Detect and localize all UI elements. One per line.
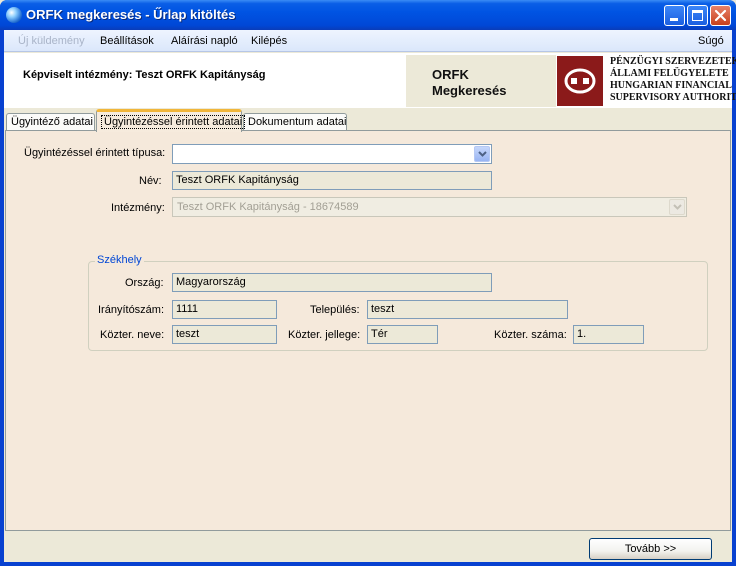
minimize-button[interactable]: [664, 5, 685, 26]
name-label: Név:: [139, 175, 162, 187]
institution-dropdown-button: [669, 199, 685, 215]
tab-affected-party-label: Ügyintézéssel érintett adatai: [101, 115, 246, 129]
close-icon: [714, 9, 727, 22]
footer-bar: Tovább >>: [4, 532, 732, 562]
type-select[interactable]: [172, 144, 492, 164]
menu-settings[interactable]: Beállítások: [100, 35, 154, 47]
menu-help[interactable]: Súgó: [698, 35, 724, 47]
tab-case-officer[interactable]: Ügyintéző adatai: [6, 113, 95, 131]
street-number-label: Közter. száma:: [494, 329, 567, 341]
pszaf-logo-text: PÉNZÜGYI SZERVEZETEK ÁLLAMI FELÜGYELETE HU…: [610, 56, 736, 103]
represented-institution: Képviselt intézmény: Teszt ORFK Kapitány…: [23, 69, 266, 81]
menu-new-message[interactable]: Új küldemény: [18, 35, 85, 47]
institution-label: Intézmény:: [111, 202, 165, 214]
app-icon: [6, 7, 22, 23]
tab-document[interactable]: Dokumentum adatai: [243, 113, 347, 131]
title-bar[interactable]: ORFK megkeresés - Űrlap kitöltés: [0, 0, 736, 30]
pszaf-logo: [557, 56, 603, 106]
window-frame-right: [732, 30, 736, 566]
orfk-title: ORFK Megkeresés: [432, 67, 507, 98]
type-select-dropdown-button[interactable]: [474, 146, 490, 162]
tab-page-affected-party: Ügyintézéssel érintett típusa: Név: Tesz…: [5, 130, 731, 531]
city-label: Település:: [310, 304, 360, 316]
menu-exit[interactable]: Kilépés: [251, 35, 287, 47]
zip-field[interactable]: 1111: [172, 300, 277, 319]
street-name-field[interactable]: teszt: [172, 325, 277, 344]
menu-signature-log[interactable]: Aláírási napló: [171, 35, 238, 47]
client-area: Új küldemény Beállítások Aláírási napló …: [4, 30, 736, 562]
menu-bar: Új küldemény Beállítások Aláírási napló …: [4, 30, 732, 52]
institution-select: Teszt ORFK Kapitányság - 18674589: [172, 197, 687, 217]
close-button[interactable]: [710, 5, 731, 26]
maximize-button[interactable]: [687, 5, 708, 26]
tab-strip: Ügyintéző adatai Ügyintézéssel érintett …: [4, 109, 732, 132]
zip-label: Irányítószám:: [98, 304, 165, 316]
street-name-label: Közter. neve:: [100, 329, 165, 341]
type-label: Ügyintézéssel érintett típusa:: [24, 147, 166, 159]
country-field[interactable]: Magyarország: [172, 273, 492, 292]
country-label: Ország:: [125, 277, 164, 289]
city-field[interactable]: teszt: [367, 300, 568, 319]
street-number-field[interactable]: 1.: [573, 325, 644, 344]
tab-affected-party[interactable]: Ügyintézéssel érintett adatai: [96, 109, 246, 132]
maximize-icon: [692, 10, 703, 21]
name-field[interactable]: Teszt ORFK Kapitányság: [172, 171, 492, 190]
window-frame-bottom: [0, 562, 736, 566]
window-title: ORFK megkeresés - Űrlap kitöltés: [26, 7, 236, 22]
application-window: ORFK megkeresés - Űrlap kitöltés Új küld…: [0, 0, 736, 566]
next-button[interactable]: Tovább >>: [589, 538, 712, 560]
institution-value: Teszt ORFK Kapitányság - 18674589: [177, 201, 359, 213]
seat-group-title: Székhely: [95, 254, 144, 266]
chevron-down-icon: [478, 151, 487, 157]
pszaf-logo-icon: [557, 56, 603, 106]
minimize-icon: [670, 18, 678, 21]
chevron-down-icon: [673, 204, 682, 210]
header-banner: Képviselt intézmény: Teszt ORFK Kapitány…: [4, 53, 736, 108]
street-type-field[interactable]: Tér: [367, 325, 438, 344]
street-type-label: Közter. jellege:: [288, 329, 361, 341]
